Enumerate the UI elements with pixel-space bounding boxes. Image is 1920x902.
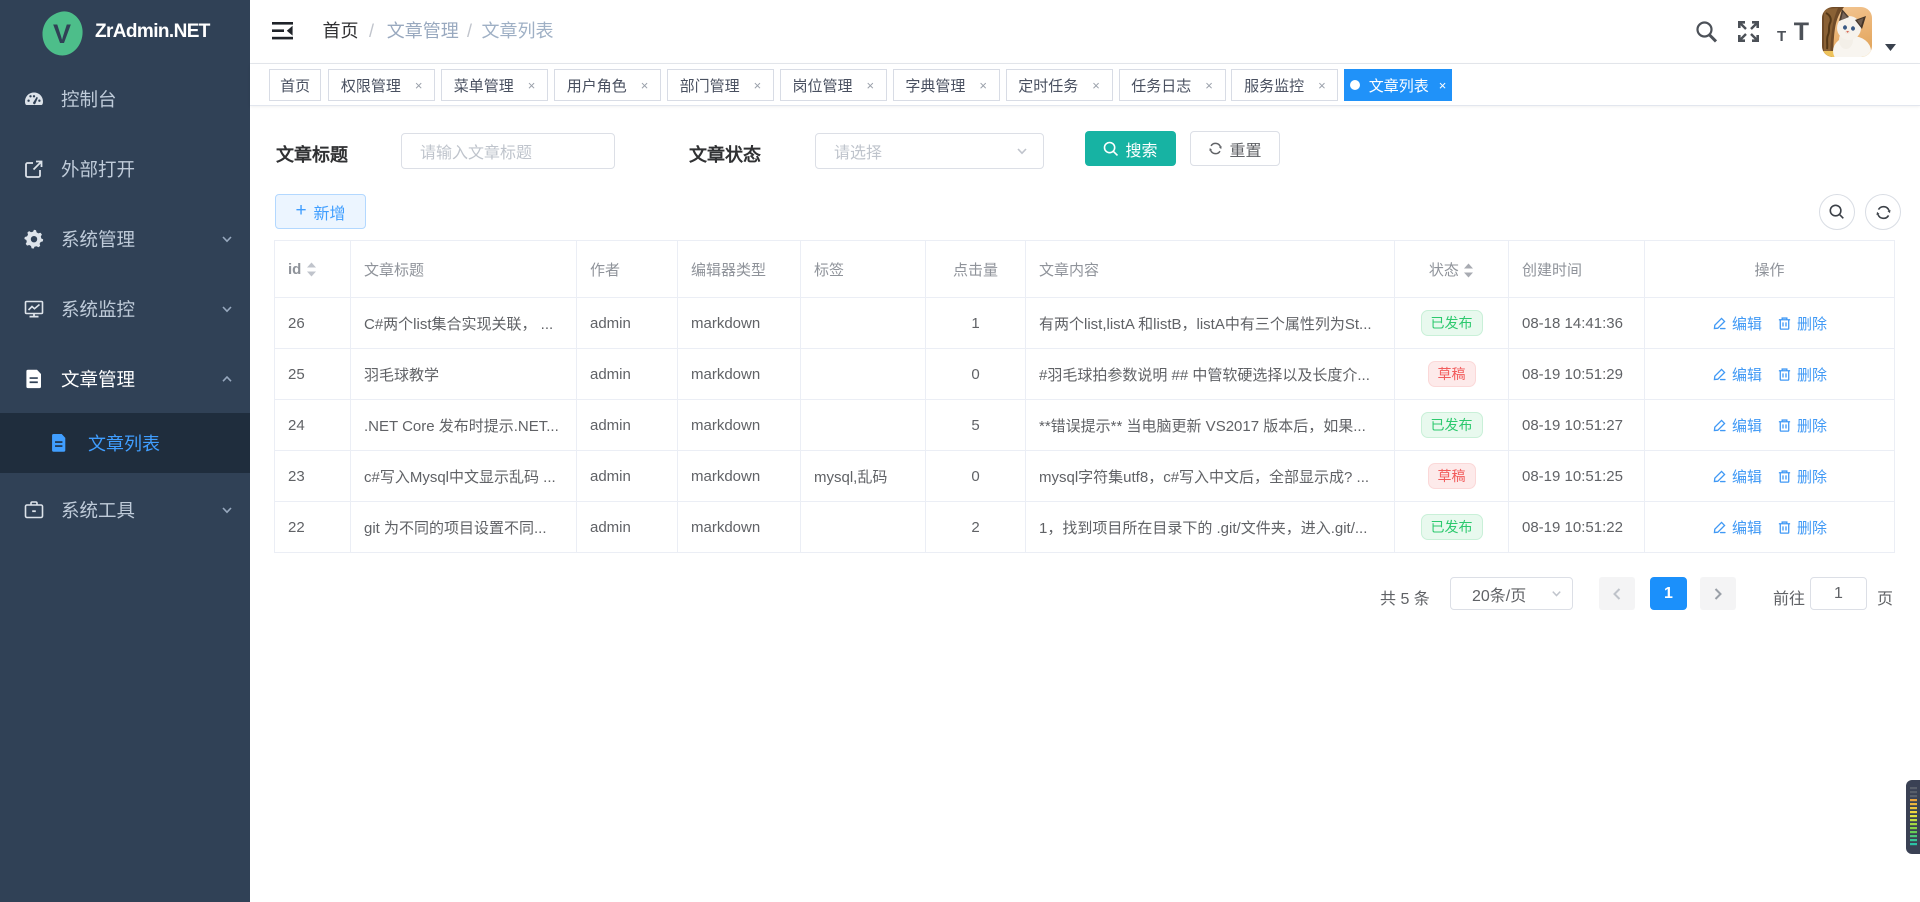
svg-text:V: V xyxy=(53,19,71,49)
